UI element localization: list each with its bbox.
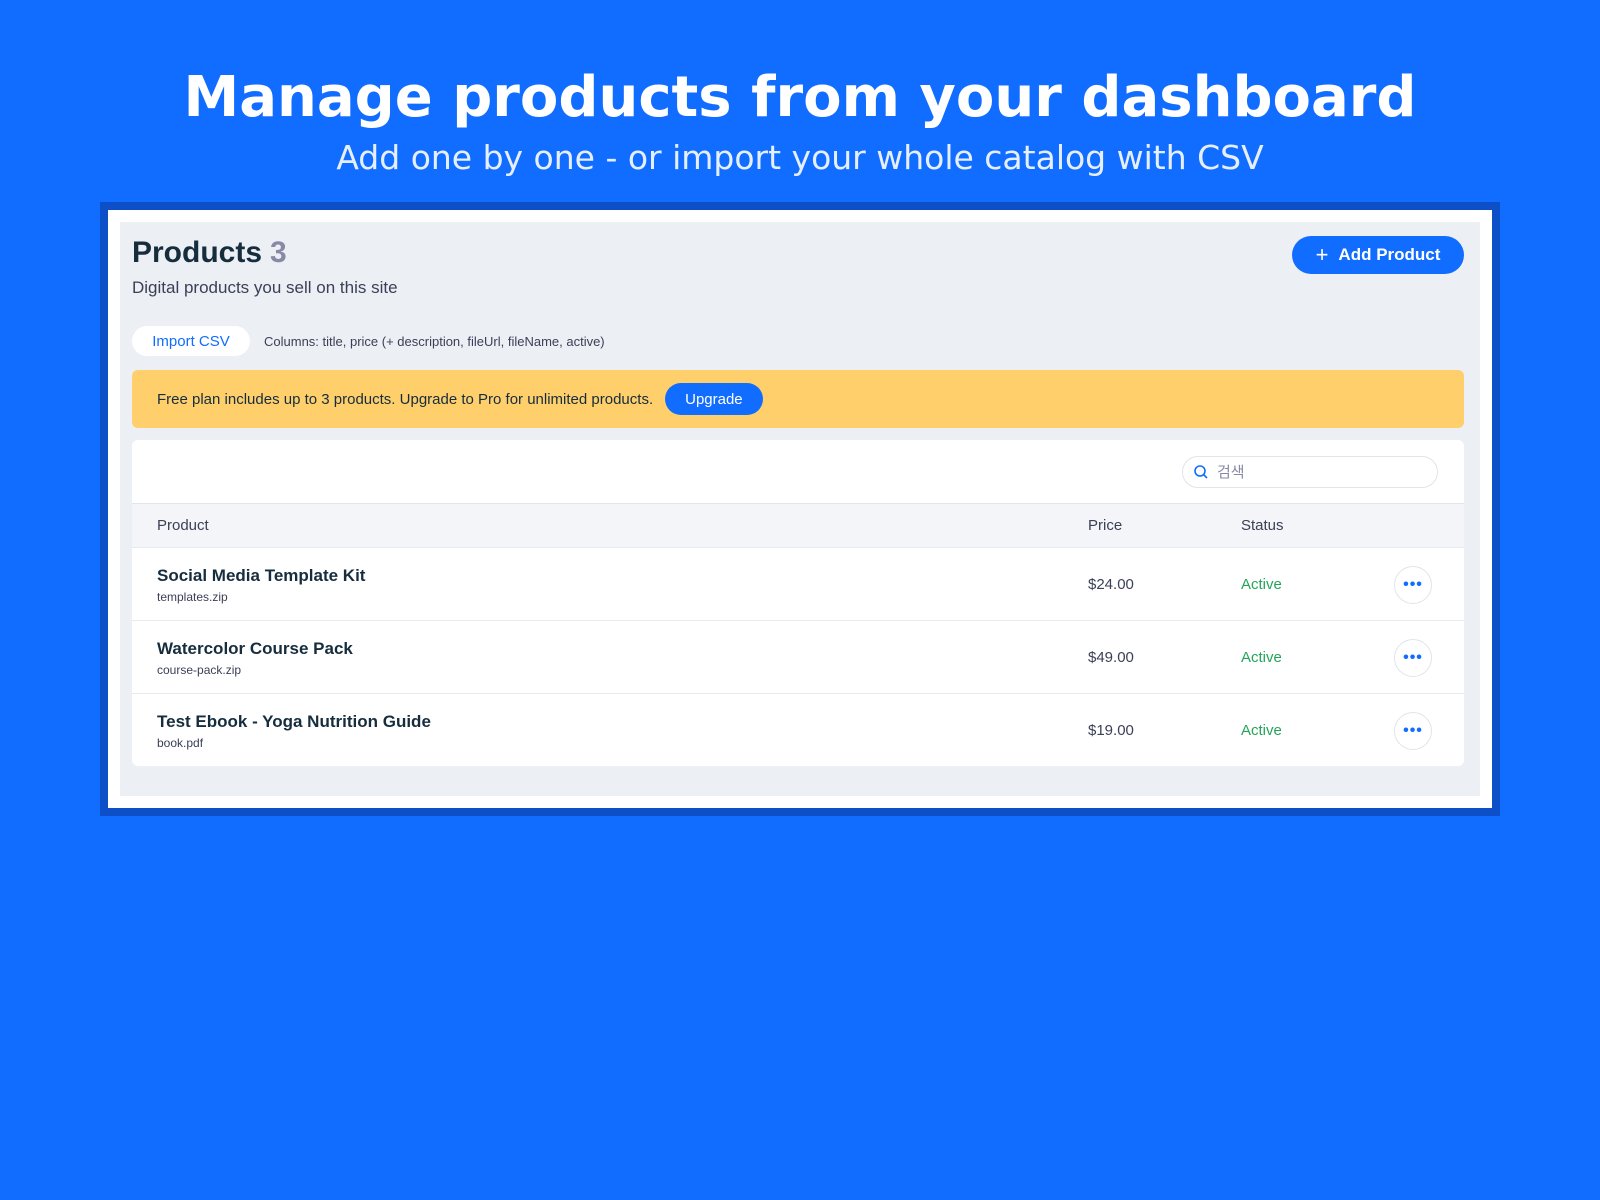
more-horizontal-icon: ••• — [1403, 649, 1423, 666]
product-name: Test Ebook - Yoga Nutrition Guide — [157, 712, 431, 731]
upgrade-banner: Free plan includes up to 3 products. Upg… — [132, 370, 1464, 428]
product-price: $19.00 — [1088, 722, 1134, 739]
table-row[interactable]: Watercolor Course Pack course-pack.zip $… — [132, 621, 1464, 694]
column-header-product[interactable]: Product — [157, 517, 209, 534]
product-file-name: book.pdf — [157, 736, 204, 750]
product-cell: Watercolor Course Pack course-pack.zip — [157, 639, 353, 677]
more-actions-button[interactable]: ••• — [1394, 712, 1432, 750]
product-cell: Test Ebook - Yoga Nutrition Guide book.p… — [157, 712, 431, 750]
search-box[interactable] — [1182, 456, 1438, 488]
products-dashboard: Products 3 Digital products you sell on t… — [120, 222, 1480, 796]
import-csv-button[interactable]: Import CSV — [132, 326, 250, 356]
status-badge: Active — [1241, 649, 1282, 666]
table-header: Product Price Status — [132, 504, 1464, 548]
plus-icon: + — [1315, 242, 1329, 267]
column-header-status[interactable]: Status — [1241, 517, 1284, 534]
hero-subtitle: Add one by one - or import your whole ca… — [336, 138, 1264, 177]
page-subtitle: Digital products you sell on this site — [132, 278, 398, 297]
status-badge: Active — [1241, 722, 1282, 739]
screenshot-inner: Products 3 Digital products you sell on t… — [108, 210, 1492, 808]
table-toolbar — [132, 440, 1464, 504]
product-cell: Social Media Template Kit templates.zip — [157, 566, 365, 604]
product-name: Social Media Template Kit — [157, 566, 366, 585]
page-title: Products 3 — [132, 236, 287, 270]
product-file-name: course-pack.zip — [157, 663, 242, 677]
product-price: $49.00 — [1088, 649, 1134, 666]
more-horizontal-icon: ••• — [1403, 722, 1423, 739]
search-input[interactable] — [1217, 463, 1417, 481]
import-columns-hint: Columns: title, price (+ description, fi… — [264, 334, 605, 349]
search-icon — [1194, 465, 1208, 479]
screenshot-frame: Products 3 Digital products you sell on t… — [100, 202, 1500, 816]
products-table: Product Price Status Social Media Templa… — [132, 440, 1464, 766]
add-product-button[interactable]: + Add Product — [1292, 236, 1464, 274]
column-header-price[interactable]: Price — [1088, 517, 1122, 534]
product-count: 3 — [270, 236, 287, 269]
product-file-name: templates.zip — [157, 590, 228, 604]
add-product-label: Add Product — [1338, 245, 1441, 264]
hero-title: Manage products from your dashboard — [183, 65, 1417, 130]
page-title-label: Products — [132, 236, 263, 269]
more-actions-button[interactable]: ••• — [1394, 639, 1432, 677]
product-price: $24.00 — [1088, 576, 1134, 593]
more-actions-button[interactable]: ••• — [1394, 566, 1432, 604]
product-name: Watercolor Course Pack — [157, 639, 353, 658]
table-row[interactable]: Test Ebook - Yoga Nutrition Guide book.p… — [132, 694, 1464, 766]
table-row[interactable]: Social Media Template Kit templates.zip … — [132, 548, 1464, 621]
upgrade-button[interactable]: Upgrade — [665, 383, 763, 415]
banner-text: Free plan includes up to 3 products. Upg… — [157, 390, 654, 408]
more-horizontal-icon: ••• — [1403, 576, 1423, 593]
status-badge: Active — [1241, 576, 1282, 593]
